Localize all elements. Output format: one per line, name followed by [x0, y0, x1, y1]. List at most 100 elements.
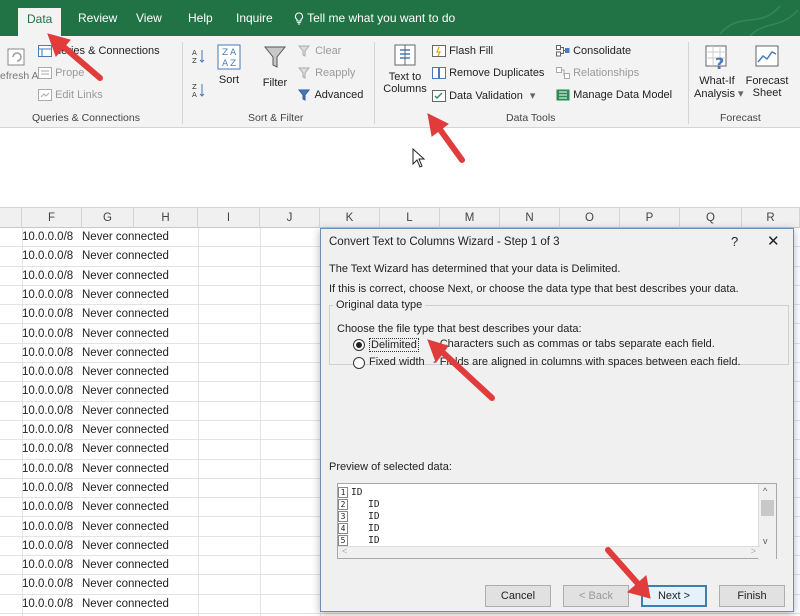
ip-range-cell[interactable]: 10.0.0.0/8: [22, 286, 82, 304]
flash-fill-button[interactable]: Flash Fill: [432, 45, 493, 58]
ip-range-cell[interactable]: 10.0.0.0/8: [22, 382, 82, 400]
status-cell[interactable]: Never connected: [82, 537, 169, 555]
status-cell[interactable]: Never connected: [82, 518, 169, 536]
tell-me-text: Tell me what you want to do: [307, 11, 456, 25]
ip-range-cell[interactable]: 10.0.0.0/8: [22, 440, 82, 458]
status-cell[interactable]: Never connected: [82, 267, 169, 285]
ip-range-cell[interactable]: 10.0.0.0/8: [22, 595, 82, 613]
chevron-right-icon[interactable]: >: [751, 546, 756, 556]
forecast-sheet-button[interactable]: Forecast Sheet: [744, 44, 790, 99]
close-icon[interactable]: ✕: [767, 232, 780, 250]
chevron-up-icon[interactable]: ^: [763, 486, 767, 496]
column-header[interactable]: H: [134, 208, 198, 228]
sort-az-button[interactable]: AZ: [192, 48, 206, 67]
preview-vertical-scrollbar[interactable]: ^ v: [758, 484, 776, 560]
delimited-radio[interactable]: [353, 339, 365, 351]
tab-view[interactable]: View: [136, 11, 162, 25]
status-cell[interactable]: Never connected: [82, 344, 169, 362]
what-if-analysis-button[interactable]: ? What-If Analysis ▾: [694, 44, 744, 100]
ip-range-cell[interactable]: 10.0.0.0/8: [22, 460, 82, 478]
status-cell[interactable]: Never connected: [82, 575, 169, 593]
status-cell[interactable]: Never connected: [82, 305, 169, 323]
ip-range-cell[interactable]: 10.0.0.0/8: [22, 498, 82, 516]
status-cell[interactable]: Never connected: [82, 479, 169, 497]
column-header[interactable]: F: [22, 208, 82, 228]
status-cell[interactable]: Never connected: [82, 460, 169, 478]
text-to-columns-button[interactable]: Text to Columns: [382, 42, 428, 95]
next-button[interactable]: Next >: [641, 585, 707, 607]
edit-links-button[interactable]: Edit Links: [38, 89, 103, 102]
remove-duplicates-button[interactable]: Remove Duplicates: [432, 67, 544, 80]
ip-range-cell[interactable]: 10.0.0.0/8: [22, 325, 82, 343]
help-button[interactable]: ?: [731, 234, 738, 249]
fixed-width-radio[interactable]: [353, 357, 365, 369]
ip-range-cell[interactable]: 10.0.0.0/8: [22, 556, 82, 574]
ip-range-cell[interactable]: 10.0.0.0/8: [22, 537, 82, 555]
tab-inquire[interactable]: Inquire: [236, 11, 273, 25]
tab-review[interactable]: Review: [78, 11, 117, 25]
status-cell[interactable]: Never connected: [82, 440, 169, 458]
status-cell[interactable]: Never connected: [82, 228, 169, 246]
ribbon-tab-bar: Data Review View Help Inquire Tell me wh…: [0, 0, 800, 36]
ip-range-cell[interactable]: 10.0.0.0/8: [22, 267, 82, 285]
column-header[interactable]: Q: [680, 208, 742, 228]
column-header[interactable]: M: [440, 208, 500, 228]
column-header[interactable]: O: [560, 208, 620, 228]
chevron-left-icon[interactable]: <: [342, 546, 347, 556]
finish-button[interactable]: Finish: [719, 585, 785, 607]
scroll-thumb[interactable]: [761, 500, 774, 516]
relationships-button[interactable]: Relationships: [556, 67, 639, 80]
column-header[interactable]: K: [320, 208, 380, 228]
status-cell[interactable]: Never connected: [82, 382, 169, 400]
status-cell[interactable]: Never connected: [82, 402, 169, 420]
ip-range-cell[interactable]: 10.0.0.0/8: [22, 363, 82, 381]
cancel-button[interactable]: Cancel: [485, 585, 551, 607]
status-cell[interactable]: Never connected: [82, 325, 169, 343]
column-header[interactable]: N: [500, 208, 560, 228]
ip-range-cell[interactable]: 10.0.0.0/8: [22, 479, 82, 497]
ip-range-cell[interactable]: 10.0.0.0/8: [22, 344, 82, 362]
fixed-width-label[interactable]: Fixed width: [369, 356, 425, 368]
column-header[interactable]: G: [82, 208, 134, 228]
ip-range-cell[interactable]: 10.0.0.0/8: [22, 575, 82, 593]
status-cell[interactable]: Never connected: [82, 363, 169, 381]
sort-za-button[interactable]: ZA: [192, 82, 206, 101]
data-validation-button[interactable]: Data Validation ▾: [432, 89, 535, 103]
status-cell[interactable]: Never connected: [82, 286, 169, 304]
tab-data[interactable]: Data: [18, 8, 62, 36]
clear-filter-button[interactable]: Clear: [298, 45, 341, 57]
chevron-down-icon[interactable]: v: [763, 536, 768, 546]
consolidate-button[interactable]: Consolidate: [556, 45, 631, 57]
ip-range-cell[interactable]: 10.0.0.0/8: [22, 421, 82, 439]
ip-range-cell[interactable]: 10.0.0.0/8: [22, 247, 82, 265]
properties-button[interactable]: Prope: [38, 67, 84, 80]
manage-data-model-button[interactable]: Manage Data Model: [556, 89, 672, 101]
advanced-filter-button[interactable]: Advanced: [298, 89, 363, 101]
row-header-corner[interactable]: [0, 208, 22, 228]
queries-connections-button[interactable]: ueries & Connections: [38, 45, 160, 58]
preview-horizontal-scrollbar[interactable]: < >: [338, 546, 760, 558]
column-header[interactable]: P: [620, 208, 680, 228]
column-header[interactable]: I: [198, 208, 260, 228]
ip-range-cell[interactable]: 10.0.0.0/8: [22, 518, 82, 536]
ip-range-cell[interactable]: 10.0.0.0/8: [22, 402, 82, 420]
reapply-button[interactable]: Reapply: [298, 67, 355, 79]
back-button[interactable]: < Back: [563, 585, 629, 607]
column-header[interactable]: J: [260, 208, 320, 228]
status-cell[interactable]: Never connected: [82, 556, 169, 574]
column-header[interactable]: R: [742, 208, 800, 228]
tab-help[interactable]: Help: [188, 11, 213, 25]
ip-range-cell[interactable]: 10.0.0.0/8: [22, 305, 82, 323]
status-cell[interactable]: Never connected: [82, 421, 169, 439]
filter-button[interactable]: Filter: [260, 44, 290, 89]
ip-range-cell[interactable]: 10.0.0.0/8: [22, 228, 82, 246]
data-preview-box[interactable]: ^ v < > 1 ID 2 ID 3 ID 4 ID 5 ID: [337, 483, 777, 560]
status-cell[interactable]: Never connected: [82, 247, 169, 265]
delimited-label[interactable]: Delimited: [369, 338, 419, 352]
column-header[interactable]: L: [380, 208, 440, 228]
sort-za-icon: ZA: [192, 83, 205, 99]
sort-button[interactable]: ZAAZ Sort: [214, 44, 244, 86]
status-cell[interactable]: Never connected: [82, 595, 169, 613]
tell-me-box[interactable]: Tell me what you want to do: [294, 11, 455, 25]
status-cell[interactable]: Never connected: [82, 498, 169, 516]
